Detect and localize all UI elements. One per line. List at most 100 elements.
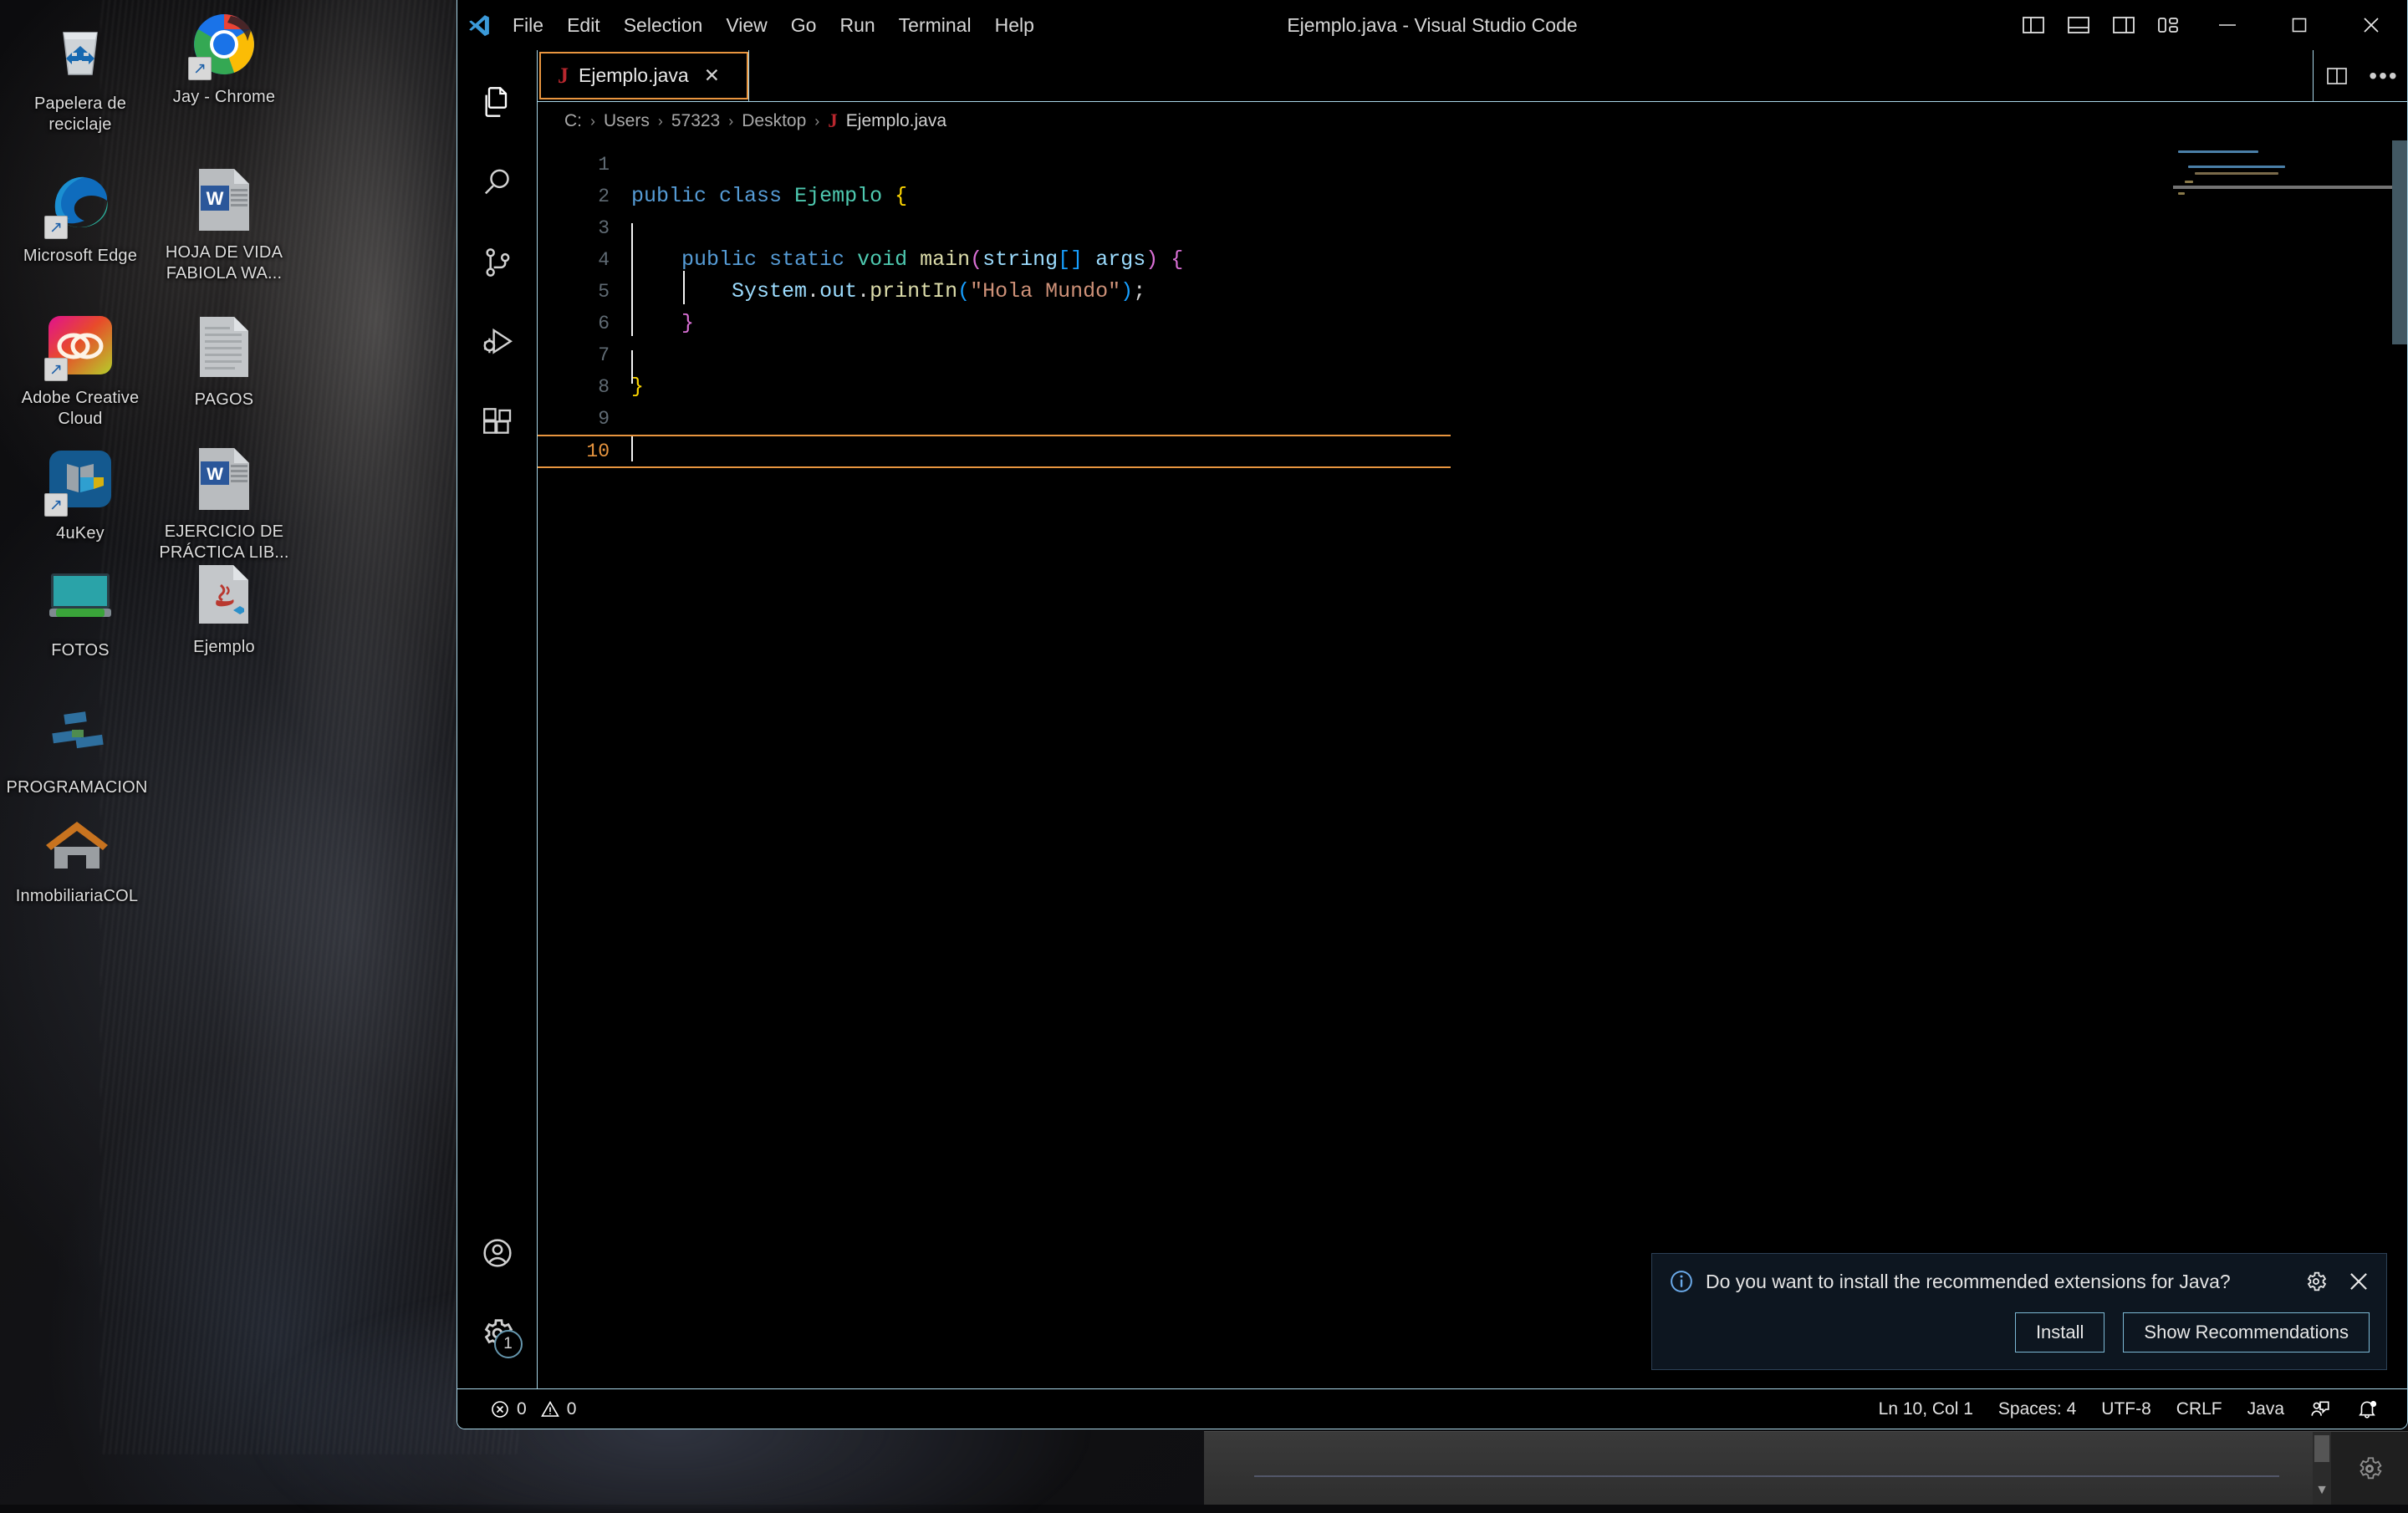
toggle-primary-sidebar-button[interactable]	[2011, 0, 2056, 50]
desktop-icon-jay-chrome[interactable]: ↗ Jay - Chrome	[152, 8, 296, 108]
breadcrumb-item-drive[interactable]: C:	[564, 111, 582, 131]
status-indentation[interactable]: Spaces: 4	[1986, 1399, 2089, 1419]
word-document-icon: W	[188, 164, 260, 236]
warning-icon	[540, 1399, 560, 1419]
error-count: 0	[517, 1399, 527, 1419]
sidebar-item-extensions[interactable]	[457, 383, 538, 463]
close-icon[interactable]	[2348, 1271, 2370, 1292]
extensions-icon	[481, 406, 514, 440]
photos-folder-icon	[44, 562, 116, 634]
status-bar: 0 0 Ln 10, Col 1 Spaces: 4 UTF-8 CRLF Ja…	[457, 1388, 2407, 1429]
status-editor-position[interactable]: Ln 10, Col 1	[1866, 1399, 1986, 1419]
desktop-icon-pagos[interactable]: PAGOS	[152, 311, 296, 410]
line-text: System.out.printIn("Hola Mundo");	[631, 276, 1145, 308]
desktop-icon-label: Papelera de reciclaje	[8, 94, 152, 135]
files-icon	[481, 85, 514, 119]
desktop-icon-ejercicio-practica[interactable]: W EJERCICIO DE PRÁCTICA LIB...	[152, 443, 296, 563]
line-number: 6	[538, 308, 631, 339]
desktop-icon-microsoft-edge[interactable]: ↗ Microsoft Edge	[8, 167, 152, 267]
house-icon	[41, 807, 113, 879]
code-line: 3	[538, 212, 2407, 244]
customize-layout-button[interactable]	[2146, 0, 2191, 50]
sidebar-item-source-control[interactable]	[457, 222, 538, 303]
close-button[interactable]	[2335, 0, 2407, 50]
menu-go[interactable]: Go	[779, 9, 829, 42]
split-editor-button[interactable]	[2314, 66, 2360, 86]
toggle-panel-button[interactable]	[2056, 0, 2101, 50]
sidebar-item-explorer[interactable]	[457, 62, 538, 142]
feedback-person-icon	[2309, 1398, 2331, 1420]
vscode-logo-icon	[457, 13, 501, 38]
desktop-icon-label: HOJA DE VIDA FABIOLA WA...	[152, 242, 296, 284]
background-window-sidebar	[2331, 1432, 2408, 1505]
status-feedback-button[interactable]	[2297, 1398, 2344, 1420]
menu-run[interactable]: Run	[828, 9, 886, 42]
install-button[interactable]: Install	[2015, 1312, 2104, 1353]
code-content[interactable]: 1 2 public class Ejemplo { 3 4 public st…	[538, 140, 2407, 1388]
window-body: 1 J Ejemplo.java ✕	[457, 50, 2407, 1388]
background-window-content	[1204, 1432, 2313, 1505]
adobe-creative-cloud-icon: ↗	[44, 309, 116, 381]
code-editor[interactable]: 1 2 public class Ejemplo { 3 4 public st…	[538, 140, 2407, 1388]
title-bar-actions	[2011, 0, 2407, 50]
desktop-icon-inmobiliariacol[interactable]: InmobiliariaCOL	[0, 807, 156, 907]
line-text	[631, 436, 633, 467]
layout-panel-icon	[2067, 15, 2090, 35]
gear-icon[interactable]	[2355, 1454, 2384, 1483]
account-icon	[481, 1236, 514, 1270]
show-recommendations-button[interactable]: Show Recommendations	[2123, 1312, 2370, 1353]
sidebar-item-run-and-debug[interactable]	[457, 303, 538, 383]
tab-ejemplo-java[interactable]: J Ejemplo.java ✕	[539, 52, 748, 99]
menu-view[interactable]: View	[714, 9, 778, 42]
desktop-icon-ejemplo-java[interactable]: Ejemplo	[152, 558, 296, 658]
svg-text:W: W	[207, 465, 223, 484]
line-number: 2	[538, 181, 631, 212]
desktop-icon-hoja-de-vida[interactable]: W HOJA DE VIDA FABIOLA WA...	[152, 164, 296, 284]
status-notifications-button[interactable]	[2344, 1398, 2390, 1420]
breadcrumb-item-user[interactable]: 57323	[671, 111, 720, 131]
sidebar-item-search[interactable]	[457, 142, 538, 222]
editor-scrollbar[interactable]	[2392, 140, 2407, 344]
status-problems[interactable]: 0 0	[477, 1399, 589, 1419]
more-actions-button[interactable]: •••	[2360, 64, 2407, 88]
desktop-icon-recycle-bin[interactable]: Papelera de reciclaje	[8, 15, 152, 135]
scrollbar-thumb[interactable]	[2314, 1435, 2329, 1462]
toggle-secondary-sidebar-button[interactable]	[2101, 0, 2146, 50]
scroll-down-arrow-icon[interactable]: ▼	[2313, 1483, 2331, 1498]
menu-terminal[interactable]: Terminal	[887, 9, 983, 42]
desktop-icon-adobe-creative-cloud[interactable]: ↗ Adobe Creative Cloud	[8, 309, 152, 430]
status-encoding[interactable]: UTF-8	[2089, 1399, 2164, 1419]
vscode-window: File Edit Selection View Go Run Terminal…	[457, 0, 2408, 1429]
breadcrumb-item-desktop[interactable]: Desktop	[742, 111, 806, 131]
gear-icon[interactable]	[2304, 1270, 2328, 1293]
breadcrumb-separator-icon: ›	[814, 113, 819, 130]
sidebar-item-manage-settings[interactable]: 1	[457, 1293, 538, 1373]
info-icon	[1669, 1269, 1694, 1294]
maximize-button[interactable]	[2263, 0, 2335, 50]
code-line-current: 10	[538, 435, 1451, 468]
status-language-mode[interactable]: Java	[2235, 1399, 2297, 1419]
desktop-icon-4ukey[interactable]: ↗ 4uKey	[8, 445, 152, 544]
menu-selection[interactable]: Selection	[612, 9, 715, 42]
status-eol[interactable]: CRLF	[2164, 1399, 2235, 1419]
minimize-button[interactable]	[2191, 0, 2263, 50]
tab-bar-empty-space	[749, 50, 2313, 101]
breadcrumb-item-file[interactable]: Ejemplo.java	[846, 111, 946, 131]
desktop-icon-label: PAGOS	[195, 390, 254, 410]
code-line: 6 }	[538, 308, 2407, 339]
menu-help[interactable]: Help	[983, 9, 1046, 42]
tab-close-icon[interactable]: ✕	[704, 64, 720, 87]
desktop-icon-fotos[interactable]: FOTOS	[8, 562, 152, 661]
word-document-icon: W	[188, 443, 260, 515]
sidebar-item-accounts[interactable]	[457, 1213, 538, 1293]
desktop-icon-label: Microsoft Edge	[23, 246, 137, 267]
menu-edit[interactable]: Edit	[555, 9, 612, 42]
desktop-icon-label: Jay - Chrome	[173, 87, 275, 108]
line-number: 5	[538, 276, 631, 308]
menu-file[interactable]: File	[501, 9, 555, 42]
desktop-icon-programacion[interactable]: PROGRAMACION	[0, 699, 156, 798]
background-window[interactable]: ▼	[1204, 1431, 2408, 1505]
code-line: 5 System.out.printIn("Hola Mundo");	[538, 276, 2407, 308]
background-window-scrollbar[interactable]: ▼	[2313, 1432, 2331, 1505]
breadcrumb-item-users[interactable]: Users	[604, 111, 650, 131]
